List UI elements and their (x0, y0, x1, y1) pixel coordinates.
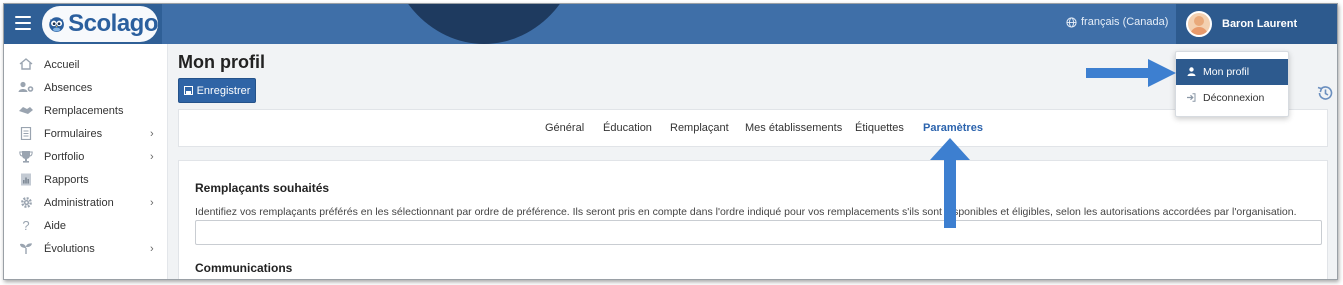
form-icon (18, 126, 34, 141)
menu-item-deconnexion[interactable]: Déconnexion (1176, 85, 1288, 111)
top-bar: Scolago français (Canada) Baron Laurent (4, 4, 1337, 44)
app-window: Scolago français (Canada) Baron Laurent … (3, 3, 1338, 280)
avatar (1186, 11, 1212, 37)
report-icon (18, 173, 34, 187)
globe-icon (1066, 16, 1077, 28)
app-logo[interactable]: Scolago (42, 6, 158, 42)
menu-item-label: Déconnexion (1203, 92, 1265, 104)
tab-education[interactable]: Éducation (603, 122, 652, 134)
sidebar-item-formulaires[interactable]: Formulaires › (4, 123, 168, 145)
user-menu-toggle[interactable]: Baron Laurent (1176, 4, 1337, 44)
logo-text: Scolago (68, 10, 158, 37)
sidebar-item-label: Rapports (44, 174, 89, 186)
sidebar-item-remplacements[interactable]: Remplacements (4, 100, 168, 122)
sidebar-item-label: Formulaires (44, 128, 103, 140)
tab-parametres[interactable]: Paramètres (923, 122, 983, 134)
history-icon[interactable] (1316, 84, 1334, 102)
sidebar-item-portfolio[interactable]: Portfolio › (4, 146, 168, 168)
chevron-right-icon: › (150, 243, 154, 255)
sidebar-item-absences[interactable]: Absences (4, 77, 168, 99)
sidebar-item-label: Portfolio (44, 151, 85, 163)
header-decoration (384, 4, 584, 44)
preferred-substitutes-description: Identifiez vos remplaçants préférés en l… (195, 206, 1297, 218)
tab-remplacant[interactable]: Remplaçant (670, 122, 729, 134)
settings-panel: Remplaçants souhaités Identifiez vos rem… (178, 160, 1328, 279)
chevron-right-icon: › (150, 197, 154, 209)
language-selector[interactable]: français (Canada) (1066, 16, 1168, 28)
logout-icon (1186, 92, 1196, 104)
user-icon (1186, 66, 1196, 78)
user-name: Baron Laurent (1222, 18, 1298, 30)
tutorial-arrow-right-icon (1086, 59, 1176, 87)
sidebar: Accueil Absences Remplacements Formulair… (4, 44, 168, 279)
chevron-right-icon: › (150, 128, 154, 140)
user-absence-icon (18, 81, 34, 95)
preferred-substitutes-title: Remplaçants souhaités (195, 181, 330, 195)
save-button[interactable]: Enregistrer (178, 78, 256, 103)
sprout-icon (18, 242, 34, 256)
question-icon: ? (22, 218, 30, 233)
gear-icon (18, 196, 34, 210)
chevron-right-icon: › (150, 151, 154, 163)
save-button-label: Enregistrer (196, 84, 251, 97)
tab-etiquettes[interactable]: Étiquettes (855, 122, 904, 134)
menu-item-mon-profil[interactable]: Mon profil (1176, 59, 1288, 85)
handshake-icon (18, 104, 34, 118)
sidebar-item-label: Remplacements (44, 105, 124, 117)
sidebar-item-aide[interactable]: ? Aide (4, 215, 168, 237)
sidebar-item-label: Aide (44, 220, 67, 232)
communications-title: Communications (195, 261, 293, 275)
sidebar-item-label: Administration (44, 197, 114, 209)
tab-mes-etablissements[interactable]: Mes établissements (745, 122, 842, 134)
sidebar-item-administration[interactable]: Administration › (4, 192, 168, 214)
tab-general[interactable]: Général (545, 122, 584, 134)
page-title: Mon profil (178, 52, 265, 72)
hamburger-menu-icon[interactable] (15, 16, 31, 30)
sidebar-item-evolutions[interactable]: Évolutions › (4, 238, 168, 260)
sidebar-item-label: Absences (44, 82, 93, 94)
language-label: français (Canada) (1081, 16, 1169, 28)
owl-logo-icon (49, 17, 64, 32)
preferred-substitutes-input[interactable] (195, 220, 1322, 245)
profile-tabs: Général Éducation Remplaçant Mes établis… (178, 109, 1328, 147)
sidebar-item-label: Évolutions (44, 243, 95, 255)
trophy-icon (18, 150, 34, 164)
user-dropdown-menu: Mon profil Déconnexion (1175, 51, 1289, 117)
tutorial-arrow-up-icon (930, 138, 970, 228)
sidebar-item-label: Accueil (44, 59, 80, 71)
sidebar-item-rapports[interactable]: Rapports (4, 169, 168, 191)
home-icon (18, 58, 34, 72)
menu-item-label: Mon profil (1203, 66, 1250, 78)
sidebar-item-accueil[interactable]: Accueil (4, 54, 168, 76)
floppy-disk-icon (183, 86, 193, 95)
